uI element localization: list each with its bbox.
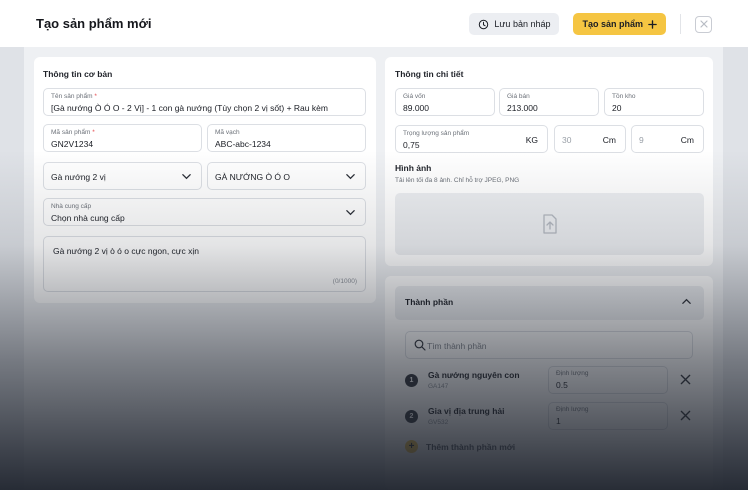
required-mark: *	[92, 129, 95, 136]
width-unit: Cm	[680, 135, 694, 145]
form-body: Thông tin cơ bản Tên sản phẩm * [Gà nướn…	[24, 47, 723, 490]
description-value: Gà nướng 2 vị ò ó o cực ngon, cực xịn	[53, 246, 199, 256]
description-counter: (0/1000)	[332, 278, 357, 285]
sale-price-field[interactable]: Giá bán 213.000	[499, 88, 599, 116]
component-code: GA147	[428, 383, 449, 390]
components-accordion-header[interactable]: Thành phần	[395, 286, 704, 320]
close-icon	[699, 20, 708, 28]
component-qty-value: 0.5	[556, 380, 568, 390]
component-row: 2 Gia vị địa trung hải GV532 Định lượng …	[385, 402, 713, 432]
add-component-label: Thêm thành phần mới	[426, 441, 516, 452]
chevron-down-icon	[346, 210, 355, 216]
remove-component-icon[interactable]	[680, 374, 691, 385]
supplier-label: Nhà cung cấp	[51, 203, 92, 210]
remove-component-icon[interactable]	[680, 410, 691, 421]
detail-info-card: Thông tin chi tiết Giá vốn 89.000 Giá bá…	[385, 57, 713, 266]
product-name-field[interactable]: Tên sản phẩm * [Gà nướng Ò Ó O - 2 Vị] -…	[43, 88, 366, 116]
plus-icon	[648, 19, 657, 29]
cost-price-label: Giá vốn	[403, 93, 426, 100]
brand-value: GÀ NƯỚNG Ò Ó O	[215, 172, 290, 182]
basic-info-card: Thông tin cơ bản Tên sản phẩm * [Gà nướn…	[34, 57, 376, 303]
length-field[interactable]: 30 Cm	[554, 125, 626, 153]
save-draft-icon	[479, 19, 489, 29]
component-row: 1 Gà nướng nguyên con GA147 Định lượng 0…	[385, 366, 713, 396]
width-field[interactable]: 9 Cm	[631, 125, 704, 153]
sale-price-value: 213.000	[507, 103, 538, 113]
search-icon	[414, 339, 426, 351]
component-index: 2	[405, 410, 418, 423]
barcode-label: Mã vạch	[215, 129, 240, 136]
cost-price-field[interactable]: Giá vốn 89.000	[395, 88, 495, 116]
length-unit: Cm	[602, 135, 616, 145]
brand-select[interactable]: GÀ NƯỚNG Ò Ó O	[207, 162, 366, 190]
plus-icon: +	[405, 440, 418, 453]
close-button[interactable]	[695, 15, 712, 33]
basic-info-title: Thông tin cơ bản	[43, 69, 113, 79]
component-name: Gà nướng nguyên con	[428, 370, 520, 380]
required-mark: *	[94, 93, 97, 100]
component-search-placeholder: Tìm thành phần	[427, 341, 487, 351]
save-draft-label: Lưu bản nháp	[494, 19, 551, 29]
stock-field[interactable]: Tồn kho 20	[604, 88, 704, 116]
barcode-field[interactable]: Mã vạch ABC-abc-1234	[207, 124, 366, 152]
chevron-up-icon	[682, 298, 691, 304]
component-code: GV532	[428, 419, 449, 426]
cost-price-value: 89.000	[403, 103, 429, 113]
image-upload-dropzone[interactable]	[395, 193, 704, 255]
save-draft-button[interactable]: Lưu bản nháp	[469, 13, 560, 35]
images-title: Hình ảnh	[395, 163, 432, 173]
components-title: Thành phần	[405, 297, 454, 307]
page-title: Tạo sản phẩm mới	[36, 16, 152, 31]
category-select[interactable]: Gà nướng 2 vị	[43, 162, 202, 190]
upload-icon	[542, 214, 557, 234]
product-name-value: [Gà nướng Ò Ó O - 2 Vị] - 1 con gà nướng…	[51, 103, 328, 113]
category-value: Gà nướng 2 vị	[51, 172, 106, 182]
stock-label: Tồn kho	[612, 93, 636, 100]
weight-label: Trọng lượng sản phẩm	[403, 130, 470, 137]
product-code-value: GN2V1234	[51, 139, 94, 149]
images-hint: Tải lên tối đa 8 ảnh. Chỉ hỗ trợ JPEG, P…	[395, 177, 520, 184]
component-search-input[interactable]: Tìm thành phần	[405, 331, 693, 359]
product-name-label: Tên sản phẩm	[51, 93, 93, 100]
component-index: 1	[405, 374, 418, 387]
product-code-label: Mã sản phẩm	[51, 129, 91, 136]
barcode-value: ABC-abc-1234	[215, 139, 271, 149]
component-qty-label: Định lượng	[556, 406, 589, 413]
chevron-down-icon	[346, 174, 355, 180]
weight-value: 0,75	[403, 140, 420, 150]
create-product-label: Tạo sản phẩm	[582, 19, 643, 29]
stock-value: 20	[612, 103, 622, 113]
sale-price-label: Giá bán	[507, 93, 530, 100]
width-placeholder: 9	[639, 135, 644, 145]
component-name: Gia vị địa trung hải	[428, 406, 505, 416]
weight-unit: KG	[525, 135, 538, 145]
product-code-field[interactable]: Mã sản phẩm * GN2V1234	[43, 124, 202, 152]
detail-info-title: Thông tin chi tiết	[395, 69, 464, 79]
supplier-select[interactable]: Nhà cung cấp Chọn nhà cung cấp	[43, 198, 366, 226]
component-qty-field[interactable]: Định lượng 1	[548, 402, 668, 430]
header-actions: Lưu bản nháp Tạo sản phẩm	[469, 13, 712, 35]
weight-field[interactable]: Trọng lượng sản phẩm 0,75 KG	[395, 125, 548, 153]
description-textarea[interactable]: Gà nướng 2 vị ò ó o cực ngon, cực xịn (0…	[43, 236, 366, 292]
header-divider	[680, 14, 681, 34]
chevron-down-icon	[182, 174, 191, 180]
create-product-button[interactable]: Tạo sản phẩm	[573, 13, 666, 35]
component-qty-field[interactable]: Định lượng 0.5	[548, 366, 668, 394]
components-card: Thành phần Tìm thành phần 1 Gà nướng ngu…	[385, 276, 713, 490]
supplier-value: Chọn nhà cung cấp	[51, 213, 125, 223]
add-component-button[interactable]: + Thêm thành phần mới	[405, 440, 515, 453]
length-placeholder: 30	[562, 135, 572, 145]
component-qty-value: 1	[556, 416, 561, 426]
component-qty-label: Định lượng	[556, 370, 589, 377]
modal-header: Tạo sản phẩm mới Lưu bản nháp Tạo sản ph…	[0, 0, 748, 47]
